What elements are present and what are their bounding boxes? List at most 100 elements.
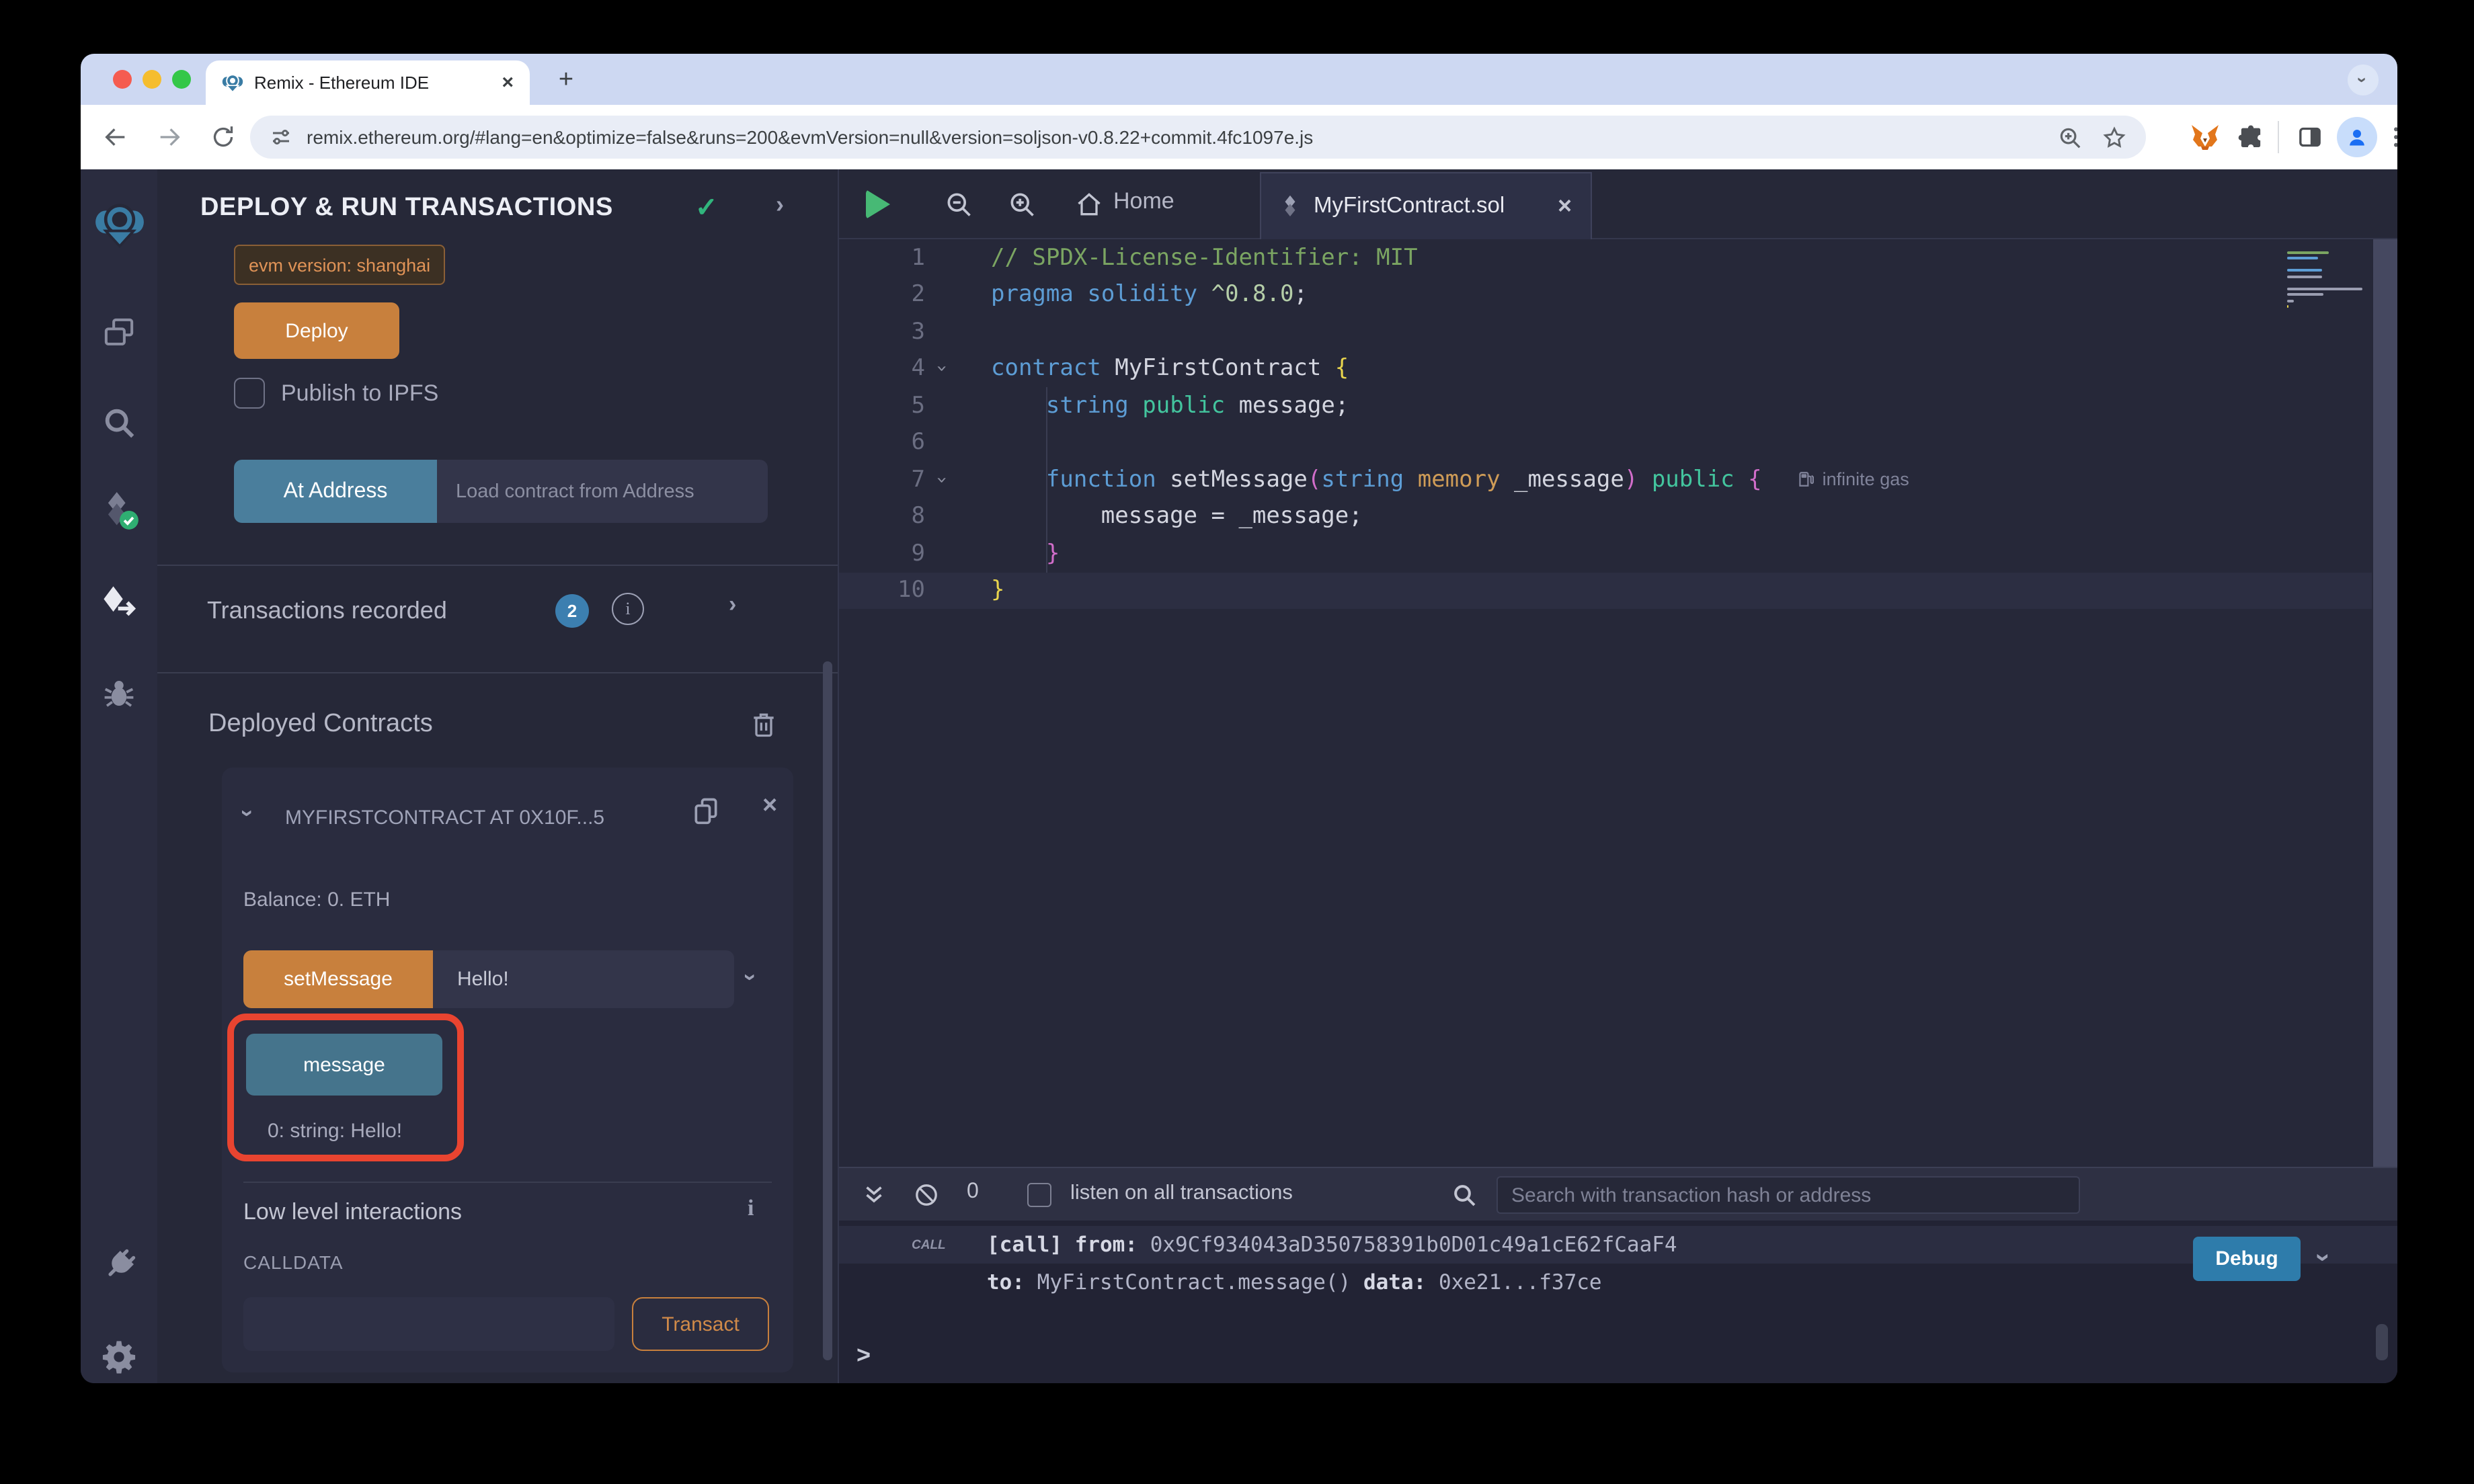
- forward-icon[interactable]: [156, 124, 183, 151]
- copy-address-icon[interactable]: [691, 794, 721, 827]
- solidity-file-icon: [1280, 194, 1300, 219]
- terminal-header: 0 listen on all transactions: [839, 1167, 2397, 1221]
- window-minimize-button[interactable]: [143, 70, 161, 89]
- tab-close-icon[interactable]: ×: [502, 71, 514, 94]
- back-icon[interactable]: [102, 124, 129, 151]
- code-line[interactable]: 9 }: [839, 535, 2372, 572]
- compile-success-check-icon: ✓: [695, 191, 718, 224]
- reload-icon[interactable]: [210, 124, 237, 151]
- remix-logo-icon[interactable]: [81, 196, 157, 255]
- set-message-input[interactable]: Hello!: [433, 950, 734, 1008]
- clear-console-icon[interactable]: [913, 1182, 940, 1208]
- divider: [157, 565, 838, 566]
- code-line[interactable]: 2pragma solidity ^0.8.0;: [839, 276, 2372, 313]
- pending-tx-count: 0: [967, 1180, 979, 1204]
- log-expand-chevron-icon[interactable]: ›: [2307, 1253, 2338, 1262]
- bookmark-star-icon[interactable]: [2102, 124, 2127, 150]
- code-line[interactable]: 3: [839, 313, 2372, 350]
- solidity-compiler-icon[interactable]: [81, 481, 157, 540]
- toolbar-divider: [2278, 121, 2279, 153]
- code-line[interactable]: 8 message = _message;: [839, 498, 2372, 535]
- home-icon[interactable]: [1074, 190, 1104, 219]
- publish-ipfs-checkbox[interactable]: [234, 378, 265, 409]
- tab-search-button[interactable]: ›: [2348, 65, 2379, 95]
- code-editor[interactable]: 1// SPDX-License-Identifier: MIT2pragma …: [839, 239, 2397, 1167]
- code-line[interactable]: 5 string public message;: [839, 387, 2372, 424]
- remix-ide: DEPLOY & RUN TRANSACTIONS ✓ › evm versio…: [81, 169, 2397, 1383]
- set-message-expand-chevron-icon[interactable]: ›: [737, 973, 764, 981]
- file-explorer-icon[interactable]: [81, 302, 157, 362]
- transactions-info-icon[interactable]: i: [612, 593, 644, 625]
- code-line[interactable]: 10}: [839, 572, 2372, 609]
- code-line[interactable]: 6: [839, 424, 2372, 461]
- zoom-page-icon[interactable]: [2057, 124, 2083, 150]
- listen-all-checkbox[interactable]: [1027, 1183, 1051, 1207]
- browser-toolbar: remix.ethereum.org/#lang=en&optimize=fal…: [81, 105, 2397, 169]
- deployed-contracts-title: Deployed Contracts: [208, 704, 433, 745]
- zoom-in-icon[interactable]: [1007, 190, 1037, 219]
- profile-avatar[interactable]: [2337, 117, 2377, 157]
- deploy-button[interactable]: Deploy: [234, 302, 399, 359]
- terminal-search-input[interactable]: [1497, 1176, 2080, 1214]
- terminal-log-row[interactable]: CALL[call] from: 0x9Cf934043aD350758391b…: [839, 1226, 2397, 1264]
- editor-column: Home MyFirstContract.sol × 1// SPDX-Lice…: [838, 169, 2397, 1383]
- terminal-scrollbar[interactable]: [2376, 1324, 2388, 1360]
- instance-close-icon[interactable]: ×: [762, 792, 777, 821]
- minimap[interactable]: [2287, 247, 2368, 311]
- code-line[interactable]: 4›contract MyFirstContract {: [839, 350, 2372, 387]
- divider: [243, 1182, 772, 1183]
- editor-tabbar: Home MyFirstContract.sol ×: [839, 169, 2397, 239]
- address-bar[interactable]: remix.ethereum.org/#lang=en&optimize=fal…: [250, 116, 2146, 159]
- new-tab-button[interactable]: +: [549, 63, 584, 98]
- transactions-expand-chevron-icon[interactable]: ›: [729, 591, 736, 618]
- tab-myfirstcontract[interactable]: MyFirstContract.sol ×: [1260, 172, 1592, 239]
- browser-tab[interactable]: Remix - Ethereum IDE ×: [206, 60, 530, 105]
- side-panel-icon[interactable]: [2297, 124, 2323, 151]
- instance-collapse-chevron-icon[interactable]: ›: [234, 809, 261, 817]
- transact-button[interactable]: Transact: [632, 1297, 769, 1351]
- search-icon[interactable]: [81, 393, 157, 452]
- calldata-label: CALLDATA: [243, 1249, 344, 1276]
- deploy-run-icon[interactable]: [81, 573, 157, 632]
- editor-scrollbar[interactable]: [2373, 239, 2397, 1167]
- code-line[interactable]: 1// SPDX-License-Identifier: MIT: [839, 239, 2372, 276]
- divider: [157, 672, 838, 673]
- run-script-play-icon[interactable]: [866, 190, 890, 219]
- panel-scrollbar[interactable]: [823, 661, 832, 1360]
- set-message-button[interactable]: setMessage: [243, 950, 433, 1008]
- icon-sidebar: [81, 169, 157, 1383]
- debugger-icon[interactable]: [81, 663, 157, 722]
- menu-dots-icon[interactable]: [2383, 124, 2397, 151]
- terminal: 0 listen on all transactions CALL[call] …: [839, 1167, 2397, 1383]
- at-address-input[interactable]: Load contract from Address: [437, 460, 768, 523]
- calldata-input[interactable]: [243, 1297, 614, 1351]
- message-getter-button[interactable]: message: [246, 1034, 442, 1096]
- window-close-button[interactable]: [113, 70, 132, 89]
- plugin-manager-icon[interactable]: [81, 1235, 157, 1294]
- trash-icon[interactable]: [749, 710, 779, 739]
- window-zoom-button[interactable]: [172, 70, 191, 89]
- low-level-title: Low level interactions: [243, 1195, 462, 1230]
- person-icon: [2344, 124, 2370, 151]
- gas-estimate-hint: infinite gas: [1797, 470, 1909, 490]
- message-output-value: 0: string: Hello!: [268, 1114, 402, 1147]
- settings-gear-icon[interactable]: [81, 1327, 157, 1383]
- instance-title: MYFIRSTCONTRACT AT 0X10F...5: [285, 800, 682, 835]
- extensions-icon[interactable]: [2237, 124, 2264, 151]
- collapse-terminal-icon[interactable]: [862, 1183, 886, 1207]
- site-info-icon[interactable]: [269, 125, 293, 149]
- active-tab-close-icon[interactable]: ×: [1558, 192, 1572, 220]
- publish-ipfs-label: Publish to IPFS: [281, 378, 438, 409]
- zoom-out-icon[interactable]: [944, 190, 973, 219]
- tab-home[interactable]: Home: [1113, 188, 1174, 215]
- url-text[interactable]: remix.ethereum.org/#lang=en&optimize=fal…: [307, 126, 1313, 148]
- code-line[interactable]: 7› function setMessage(string memory _me…: [839, 461, 2372, 498]
- tab-title: Remix - Ethereum IDE: [254, 73, 502, 93]
- terminal-log-row[interactable]: to: MyFirstContract.message() data: 0xe2…: [839, 1264, 2397, 1301]
- panel-expand-chevron-icon[interactable]: ›: [776, 191, 784, 219]
- at-address-button[interactable]: At Address: [234, 460, 437, 523]
- low-level-info-icon[interactable]: i: [748, 1195, 754, 1222]
- debug-button[interactable]: Debug: [2193, 1237, 2301, 1281]
- terminal-prompt[interactable]: >: [856, 1342, 871, 1370]
- metamask-icon[interactable]: [2189, 121, 2221, 153]
